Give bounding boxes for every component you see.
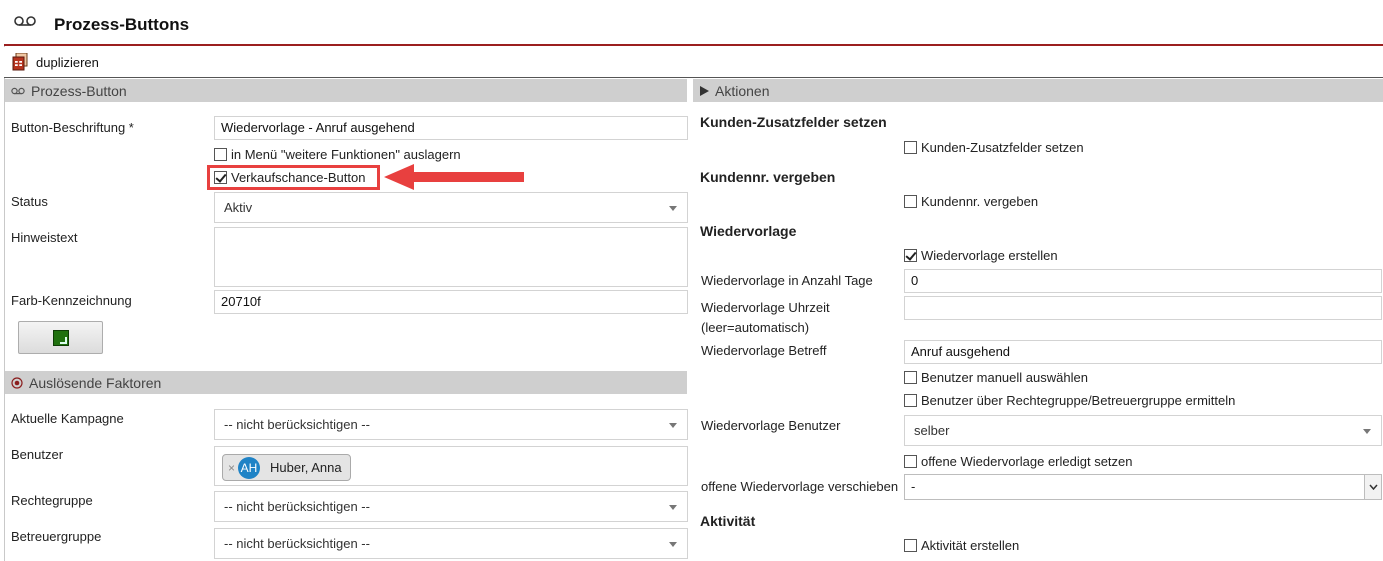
- section-title: Prozess-Button: [31, 82, 127, 99]
- user-tag[interactable]: × AH Huber, Anna: [222, 454, 351, 481]
- status-value: Aktiv: [224, 200, 253, 215]
- chevron-down-icon: [669, 423, 677, 428]
- target-icon: [11, 376, 23, 389]
- custom-fields-heading: Kunden-Zusatzfelder setzen: [700, 114, 887, 130]
- manual-user-label: Benutzer manuell auswählen: [921, 370, 1088, 385]
- section-prozess-button[interactable]: Prozess-Button: [5, 79, 687, 102]
- activity-heading: Aktivität: [700, 513, 756, 529]
- chevron-down-icon: [669, 542, 677, 547]
- hint-textarea[interactable]: [214, 227, 688, 287]
- followup-user-value: selber: [914, 423, 950, 438]
- activity-checkbox-box[interactable]: [904, 539, 917, 552]
- followup-move-value: -: [911, 479, 916, 494]
- care-group-label: Betreuergruppe: [11, 529, 102, 544]
- highlight-box: [207, 165, 380, 190]
- page-title: Prozess-Buttons: [54, 15, 190, 34]
- manual-user-checkbox[interactable]: Benutzer manuell auswählen: [904, 370, 1088, 385]
- chevron-down-icon: [669, 206, 677, 211]
- user-label: Benutzer: [11, 447, 64, 462]
- voicemail-icon: [11, 87, 25, 94]
- toolbar: duplizieren: [4, 47, 1383, 78]
- followup-time-sublabel: (leer=automatisch): [701, 320, 810, 335]
- followup-move-select[interactable]: -: [904, 474, 1382, 500]
- rights-group-value: -- nicht berücksichtigen --: [224, 499, 370, 514]
- voicemail-icon: [14, 16, 36, 26]
- followup-user-label: Wiedervorlage Benutzer: [701, 418, 841, 433]
- followup-time-label: Wiedervorlage Uhrzeit: [701, 300, 830, 315]
- menu-checkbox-label: in Menü "weitere Funktionen" auslagern: [231, 147, 461, 162]
- followup-move-label: offene Wiedervorlage verschieben: [701, 479, 899, 494]
- user-tag-name: Huber, Anna: [270, 460, 342, 475]
- chevron-down-icon: [1363, 429, 1371, 434]
- duplicate-label: duplizieren: [36, 54, 99, 70]
- color-swatch-icon: [52, 329, 69, 346]
- menu-checkbox-box[interactable]: [214, 148, 227, 161]
- duplicate-button[interactable]: duplizieren: [12, 52, 99, 72]
- manual-user-checkbox-box[interactable]: [904, 371, 917, 384]
- open-done-label: offene Wiedervorlage erledigt setzen: [921, 454, 1133, 469]
- care-group-value: -- nicht berücksichtigen --: [224, 536, 370, 551]
- button-label-label: Button-Beschriftung *: [11, 120, 134, 135]
- followup-heading: Wiedervorlage: [700, 223, 797, 239]
- avatar: AH: [238, 456, 261, 479]
- chevron-down-icon: [669, 505, 677, 510]
- followup-subject-label: Wiedervorlage Betreff: [701, 343, 827, 358]
- actions-title: Aktionen: [715, 82, 770, 99]
- followup-days-input[interactable]: 0: [904, 269, 1382, 293]
- section-triggers[interactable]: Auslösende Faktoren: [5, 371, 687, 394]
- followup-create-checkbox-box[interactable]: [904, 249, 917, 262]
- arrow-left-icon: [384, 164, 524, 190]
- activity-checkbox[interactable]: Aktivität erstellen: [904, 538, 1019, 553]
- custom-fields-checkbox-box[interactable]: [904, 141, 917, 154]
- campaign-label: Aktuelle Kampagne: [11, 411, 124, 426]
- color-picker-button[interactable]: [18, 321, 103, 354]
- remove-tag-icon[interactable]: ×: [228, 461, 235, 475]
- status-select[interactable]: Aktiv: [214, 192, 688, 223]
- rights-user-label: Benutzer über Rechtegruppe/Betreuergrupp…: [921, 393, 1236, 408]
- customer-no-heading: Kundennr. vergeben: [700, 169, 836, 185]
- custom-fields-checkbox-label: Kunden-Zusatzfelder setzen: [921, 140, 1084, 155]
- campaign-value: -- nicht berücksichtigen --: [224, 417, 370, 432]
- status-label: Status: [11, 194, 48, 209]
- activity-checkbox-label: Aktivität erstellen: [921, 538, 1020, 553]
- followup-subject-input[interactable]: Anruf ausgehend: [904, 340, 1382, 364]
- section-actions[interactable]: Aktionen: [693, 79, 1383, 102]
- open-done-checkbox[interactable]: offene Wiedervorlage erledigt setzen: [904, 454, 1133, 469]
- hint-label: Hinweistext: [11, 230, 78, 245]
- user-multiselect[interactable]: × AH Huber, Anna: [214, 446, 688, 486]
- rights-group-label: Rechtegruppe: [11, 493, 93, 508]
- followup-time-input[interactable]: [904, 296, 1382, 320]
- button-label-input[interactable]: Wiedervorlage - Anruf ausgehend: [214, 116, 688, 140]
- custom-fields-checkbox[interactable]: Kunden-Zusatzfelder setzen: [904, 140, 1084, 155]
- chevron-down-icon[interactable]: [1364, 475, 1381, 499]
- play-icon: [700, 85, 709, 96]
- followup-create-checkbox[interactable]: Wiedervorlage erstellen: [904, 248, 1058, 263]
- customer-no-checkbox-label: Kundennr. vergeben: [921, 194, 1039, 209]
- rights-user-checkbox-box[interactable]: [904, 394, 917, 407]
- campaign-select[interactable]: -- nicht berücksichtigen --: [214, 409, 688, 440]
- rights-group-select[interactable]: -- nicht berücksichtigen --: [214, 491, 688, 522]
- open-done-checkbox-box[interactable]: [904, 455, 917, 468]
- followup-create-label: Wiedervorlage erstellen: [921, 248, 1058, 263]
- color-label: Farb-Kennzeichnung: [11, 293, 132, 308]
- title-bar: Prozess-Buttons: [4, 0, 1383, 46]
- menu-checkbox[interactable]: in Menü "weitere Funktionen" auslagern: [214, 147, 461, 162]
- color-input[interactable]: 20710f: [214, 290, 688, 314]
- followup-days-label: Wiedervorlage in Anzahl Tage: [701, 273, 873, 288]
- duplicate-icon: [12, 53, 28, 71]
- rights-user-checkbox[interactable]: Benutzer über Rechtegruppe/Betreuergrupp…: [904, 393, 1235, 408]
- care-group-select[interactable]: -- nicht berücksichtigen --: [214, 528, 688, 559]
- customer-no-checkbox-box[interactable]: [904, 195, 917, 208]
- customer-no-checkbox[interactable]: Kundennr. vergeben: [904, 194, 1038, 209]
- triggers-title: Auslösende Faktoren: [29, 374, 162, 391]
- followup-user-select[interactable]: selber: [904, 415, 1382, 446]
